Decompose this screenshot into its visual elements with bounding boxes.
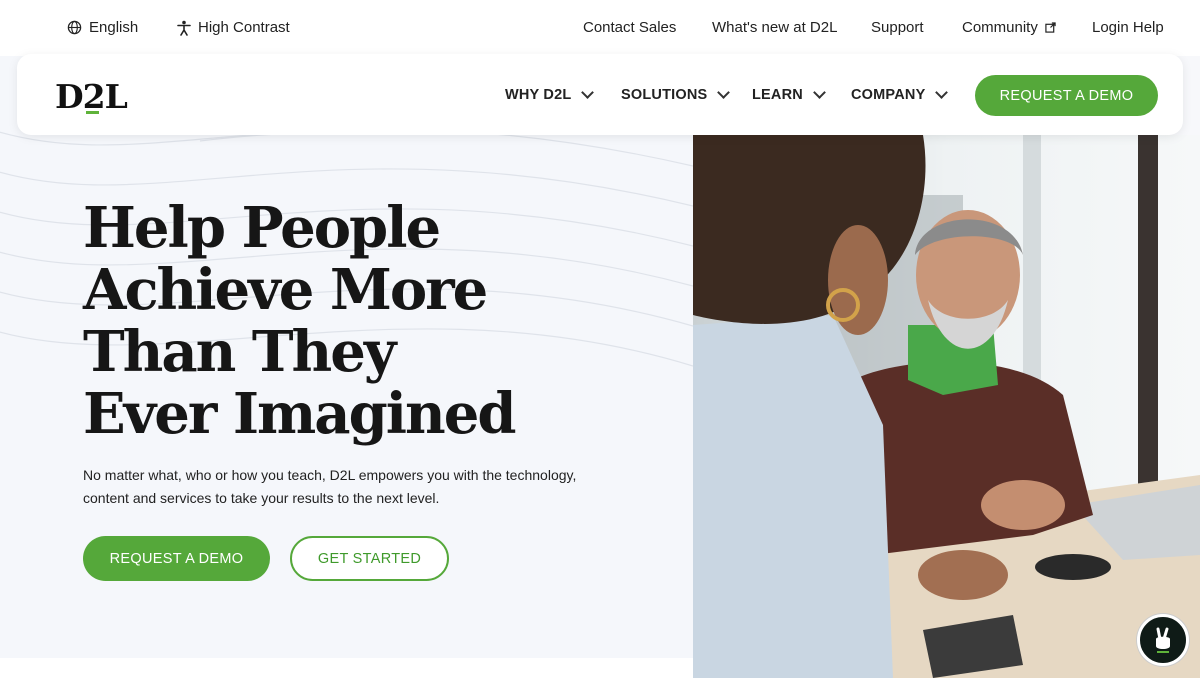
main-nav: D2L WHY D2L SOLUTIONS LEARN COMPANY REQU… <box>17 54 1183 135</box>
headline-line: Ever Imagined <box>83 381 517 447</box>
nav-item-why-d2l[interactable]: WHY D2L <box>505 86 595 103</box>
whats-new-link[interactable]: What's new at D2L <box>712 19 837 36</box>
hero-subtext: No matter what, who or how you teach, D2… <box>83 464 583 510</box>
support-link[interactable]: Support <box>871 19 924 36</box>
chevron-down-icon <box>581 86 595 99</box>
help-widget-button[interactable] <box>1137 614 1189 666</box>
page-bottom-strip <box>0 658 693 678</box>
contact-sales-link[interactable]: Contact Sales <box>583 19 676 36</box>
subtext-line: content and services to take your result… <box>83 490 440 506</box>
get-started-button[interactable]: GET STARTED <box>290 536 449 581</box>
language-label: English <box>89 19 139 36</box>
chevron-down-icon <box>813 86 826 99</box>
community-label: Community <box>962 19 1038 36</box>
chevron-down-icon <box>935 86 949 99</box>
nav-item-learn[interactable]: LEARN <box>752 86 826 103</box>
nav-request-demo-button[interactable]: REQUEST A DEMO <box>975 75 1158 116</box>
hero-headline: Help People Achieve More Than They Ever … <box>83 197 643 445</box>
chevron-down-icon <box>717 86 731 99</box>
login-help-link[interactable]: Login Help <box>1092 19 1164 36</box>
utility-bar: English High Contrast Contact Sales What… <box>0 0 1200 56</box>
nav-item-label: COMPANY <box>851 87 926 103</box>
globe-icon <box>67 20 82 35</box>
hero-photo <box>693 135 1200 678</box>
d2l-logo[interactable]: D2L <box>55 77 128 116</box>
nav-item-label: SOLUTIONS <box>621 87 708 103</box>
hero-request-demo-button[interactable]: REQUEST A DEMO <box>83 536 270 581</box>
peace-hand-icon <box>1156 627 1170 653</box>
nav-item-solutions[interactable]: SOLUTIONS <box>621 86 731 103</box>
nav-item-label: WHY D2L <box>505 87 572 103</box>
language-selector[interactable]: English <box>67 19 138 36</box>
subtext-line: No matter what, who or how you teach, D2… <box>83 467 577 483</box>
hero-photo-illustration <box>693 135 1200 678</box>
external-link-icon <box>1045 22 1056 33</box>
headline-line: Achieve More <box>83 257 488 323</box>
high-contrast-toggle[interactable]: High Contrast <box>177 19 290 36</box>
headline-line: Than They <box>83 319 396 385</box>
accessibility-icon <box>177 20 191 36</box>
nav-item-company[interactable]: COMPANY <box>851 86 949 103</box>
community-link[interactable]: Community <box>962 19 1056 36</box>
high-contrast-label: High Contrast <box>198 19 290 36</box>
nav-item-label: LEARN <box>752 87 803 103</box>
headline-line: Help People <box>83 195 441 261</box>
logo-accent-bar <box>86 111 99 114</box>
